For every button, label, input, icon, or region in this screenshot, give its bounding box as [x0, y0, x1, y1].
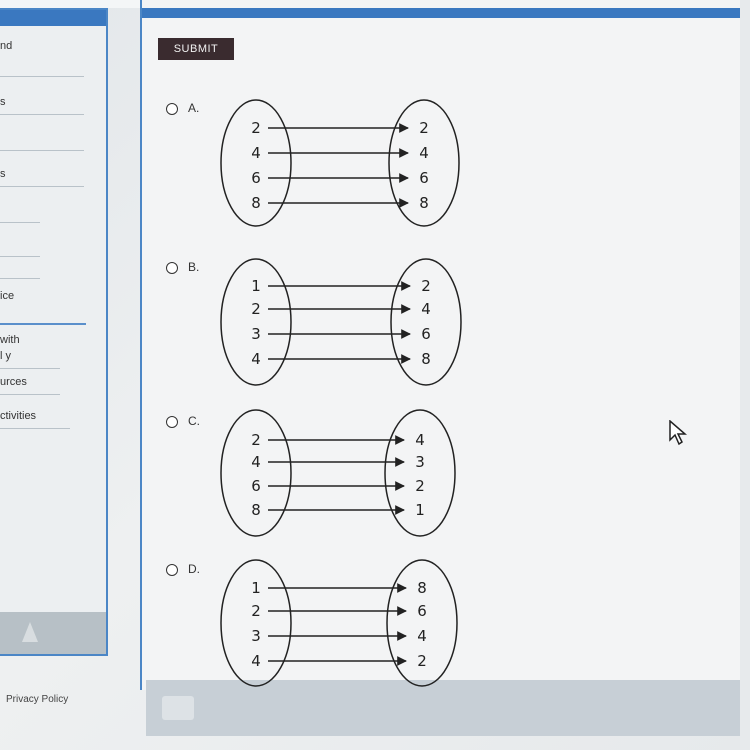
sidebar-item-8[interactable]: ctivities [0, 410, 36, 422]
sidebar-item-2[interactable]: s [0, 96, 6, 108]
radio-button[interactable] [166, 262, 178, 274]
sidebar: nd s s ice with l y urces ctivities [0, 8, 108, 656]
main-panel: SUBMIT [140, 0, 750, 736]
sidebar-divider [0, 114, 84, 115]
sidebar-item-7[interactable]: urces [0, 376, 27, 388]
sidebar-divider [0, 368, 60, 369]
printer-icon[interactable] [162, 696, 194, 720]
option-label: D. [188, 562, 200, 576]
sidebar-item-1[interactable]: nd [0, 40, 12, 52]
radio-button[interactable] [166, 416, 178, 428]
sidebar-header [0, 10, 106, 26]
sidebar-divider [0, 428, 70, 429]
sidebar-divider [0, 394, 60, 395]
option-label: A. [188, 101, 200, 115]
sidebar-divider-active [0, 323, 86, 325]
radio-button[interactable] [166, 103, 178, 115]
sidebar-item-6[interactable]: l y [0, 350, 11, 362]
privacy-policy-link[interactable]: Privacy Policy [6, 694, 68, 705]
sidebar-divider [0, 76, 84, 77]
sidebar-item-4[interactable]: ice [0, 290, 14, 302]
mouse-cursor-icon [669, 420, 688, 446]
right-edge [740, 0, 750, 750]
sidebar-divider [0, 278, 40, 279]
sidebar-divider [0, 186, 84, 187]
option-label: B. [188, 260, 200, 274]
submit-button[interactable]: SUBMIT [158, 38, 234, 60]
tree-icon [22, 622, 38, 642]
sidebar-item-3[interactable]: s [0, 168, 6, 180]
sidebar-divider [0, 222, 40, 223]
sidebar-divider [0, 256, 40, 257]
radio-button[interactable] [166, 564, 178, 576]
sidebar-divider [0, 150, 84, 151]
sidebar-item-5[interactable]: with [0, 334, 20, 346]
main-header [142, 8, 750, 18]
option-label: C. [188, 414, 200, 428]
main-footer [146, 680, 746, 736]
sidebar-footer [0, 612, 106, 654]
